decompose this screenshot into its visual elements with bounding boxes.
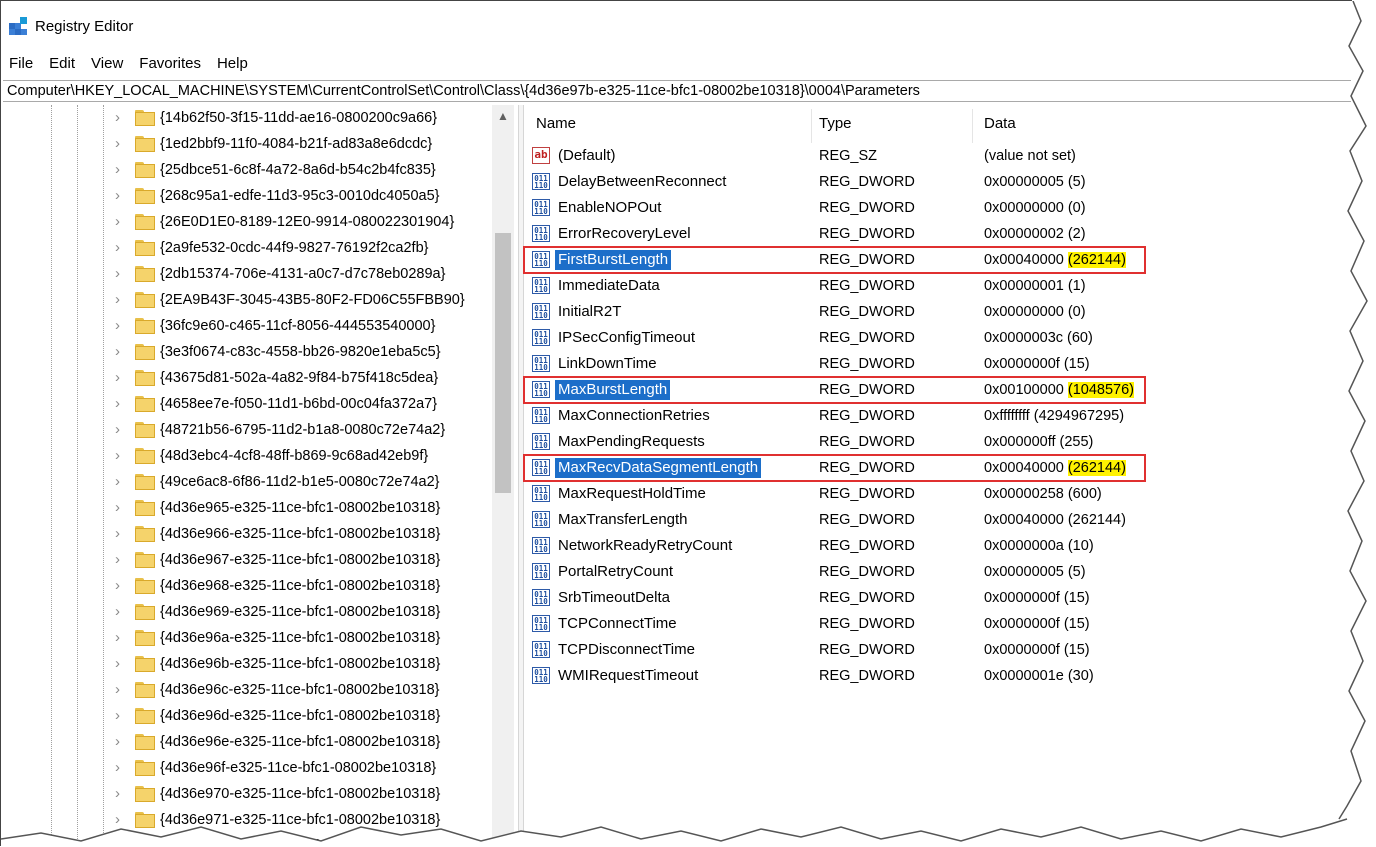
registry-editor-window: Registry Editor File Edit View Favorites… — [0, 0, 1376, 847]
torn-edge-frame — [1, 1, 1376, 847]
